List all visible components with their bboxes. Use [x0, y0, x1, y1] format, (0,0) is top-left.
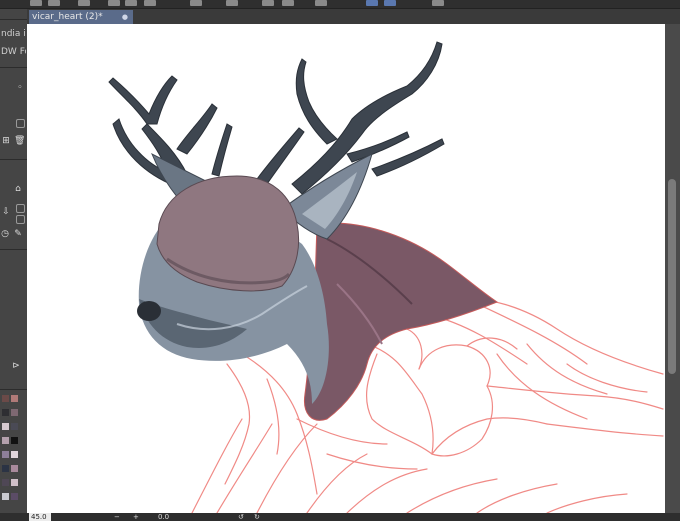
close-tab-icon[interactable]: ●: [122, 10, 128, 24]
play-icon[interactable]: ⊳: [11, 361, 21, 371]
color-swatch[interactable]: [11, 465, 18, 472]
fill-icon[interactable]: [262, 0, 274, 6]
loading-icon[interactable]: [226, 0, 238, 6]
zoom-out-button[interactable]: −: [114, 513, 120, 521]
color-swatch[interactable]: [11, 423, 18, 430]
zoom-field[interactable]: 45.0: [29, 513, 51, 521]
ruler-icon[interactable]: [315, 0, 327, 6]
undo-icon[interactable]: [125, 0, 137, 6]
color-swatch[interactable]: [2, 479, 9, 486]
color-swatch[interactable]: [11, 479, 18, 486]
antlers: [108, 41, 445, 195]
color-swatch[interactable]: [11, 409, 18, 416]
crop-icon[interactable]: [282, 0, 294, 6]
brush-name-label: ndia in: [1, 29, 26, 39]
spin-up-button[interactable]: [16, 204, 25, 213]
color-swatch[interactable]: [2, 409, 9, 416]
menu-icon[interactable]: [30, 0, 42, 6]
color-swatch[interactable]: [2, 493, 9, 500]
status-bar: 45.0 − + 0.0 ↺ ↻: [0, 513, 680, 521]
transform-icon[interactable]: [190, 0, 202, 6]
new-layer-icon[interactable]: ⊞: [1, 136, 11, 146]
snap-icon[interactable]: [366, 0, 378, 6]
color-swatch[interactable]: [11, 437, 18, 444]
color-swatch[interactable]: [2, 395, 9, 402]
tab-vicar-heart[interactable]: vicar_heart (2)* ●: [29, 10, 133, 24]
clock-icon[interactable]: ◷: [0, 229, 10, 239]
nose: [137, 301, 161, 321]
rotate-right-icon[interactable]: ↻: [254, 513, 260, 521]
divider: [0, 67, 27, 68]
zoom-in-button[interactable]: +: [133, 513, 139, 521]
drawing-canvas[interactable]: [27, 24, 665, 513]
spin-down-button[interactable]: [16, 215, 25, 224]
lock-icon[interactable]: ⌂: [13, 184, 23, 194]
rotate-left-icon[interactable]: ↺: [238, 513, 244, 521]
scrollbar-thumb[interactable]: [668, 179, 676, 374]
redo-icon[interactable]: [144, 0, 156, 6]
tab-title: vicar_heart (2)*: [32, 12, 103, 22]
document-tab-bar: vicar_heart (2)* ●: [27, 9, 680, 24]
color-swatch[interactable]: [11, 451, 18, 458]
delete-layer-icon[interactable]: 🗑: [14, 136, 25, 146]
settings-icon[interactable]: ◦: [15, 83, 25, 93]
download-icon[interactable]: ⇩: [1, 207, 11, 217]
checkbox[interactable]: [16, 119, 25, 128]
color-swatch[interactable]: [2, 451, 9, 458]
color-swatch[interactable]: [2, 423, 9, 430]
open-icon[interactable]: [108, 0, 120, 6]
snap-ruler-icon[interactable]: [384, 0, 396, 6]
divider: [0, 249, 27, 250]
rotation-value[interactable]: 0.0: [158, 513, 169, 521]
vertical-scrollbar[interactable]: [665, 24, 680, 513]
color-swatch-grid[interactable]: [2, 395, 24, 510]
divider: [0, 19, 27, 20]
new-icon[interactable]: [48, 0, 60, 6]
color-swatch[interactable]: [11, 395, 18, 402]
save-icon[interactable]: [78, 0, 90, 6]
divider: [0, 389, 27, 390]
color-swatch[interactable]: [2, 437, 9, 444]
cape: [303, 222, 499, 421]
wrench-icon[interactable]: ✎: [13, 229, 23, 239]
color-swatch[interactable]: [2, 465, 9, 472]
divider: [0, 159, 27, 160]
help-icon[interactable]: [432, 0, 444, 6]
top-toolbar: [0, 0, 680, 9]
color-swatch[interactable]: [11, 493, 18, 500]
font-name-label: DW Fo: [1, 47, 26, 57]
illustration: [108, 41, 664, 513]
left-panel: ndia in DW Fo ◦ ⊞ 🗑 ⌂ ⇩ ◷ ✎ ⊳: [0, 9, 28, 513]
